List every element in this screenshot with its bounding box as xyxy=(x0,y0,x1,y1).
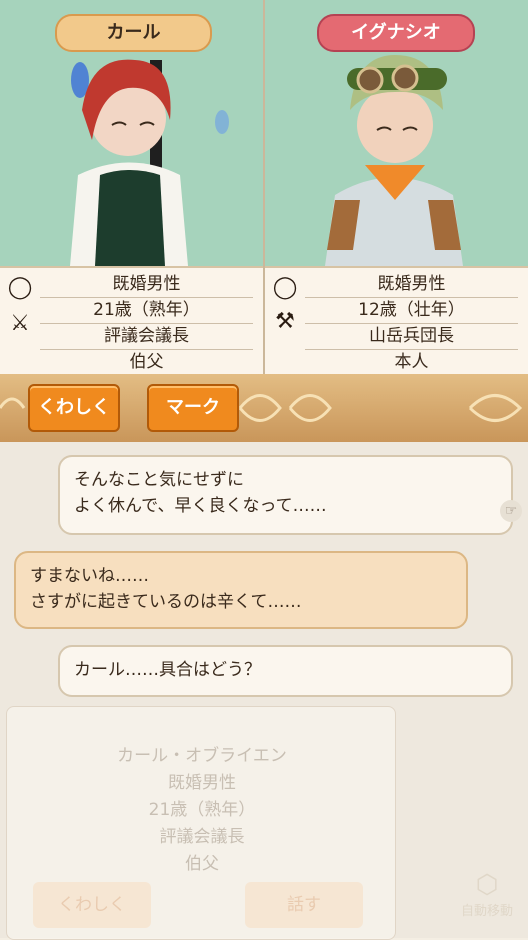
auto-move-icon: ⬡ xyxy=(475,870,499,900)
info-panel-left: ◯ ⚔ 既婚男性 21歳（熟年） 評議会議長 伯父 xyxy=(0,266,263,376)
info-row-status: 既婚男性 xyxy=(40,271,253,298)
faded-detail-button: くわしく xyxy=(33,882,151,928)
info-panel-right: ◯ ⚒ 既婚男性 12歳（壮年） 山岳兵団長 本人 xyxy=(265,266,528,376)
ring-icon: ◯ xyxy=(272,275,298,300)
crossed-swords-icon: ⚔ xyxy=(10,311,30,336)
info-row-age: 21歳（熟年） xyxy=(40,297,253,324)
axe-icon: ⚒ xyxy=(275,309,295,334)
card-row: 評議会議長 xyxy=(159,827,245,847)
card-row: 21歳（熟年） xyxy=(148,800,256,820)
faded-talk-button: 話す xyxy=(245,882,363,928)
chat-bubble-player: そんなこと気にせずに よく休んで、早く良くなって…… xyxy=(58,455,513,535)
chat-line: すまないね…… xyxy=(30,566,149,586)
info-row-age: 12歳（壮年） xyxy=(305,297,518,324)
ring-icon: ◯ xyxy=(7,275,33,300)
info-row-relation: 本人 xyxy=(305,349,518,376)
info-row-relation: 伯父 xyxy=(40,349,253,376)
card-fullname: カール・オブライエン xyxy=(117,746,287,766)
info-row-job: 評議会議長 xyxy=(40,323,253,350)
chat-line: カール……具合はどう？ xyxy=(74,660,261,680)
info-row-job: 山岳兵団長 xyxy=(305,323,518,350)
chat-line: よく休んで、早く良くなって…… xyxy=(74,496,327,516)
auto-move-button: ⬡ 自動移動 xyxy=(448,850,526,938)
chat-line: さすがに起きているのは辛くて…… xyxy=(30,592,302,612)
info-row-status: 既婚男性 xyxy=(305,271,518,298)
card-row: 既婚男性 xyxy=(168,773,236,793)
speech-icon: ☞ xyxy=(500,500,522,522)
auto-move-label: 自動移動 xyxy=(460,904,513,919)
chat-line: そんなこと気にせずに xyxy=(74,470,244,490)
card-row: 伯父 xyxy=(185,854,219,874)
name-tag-right: イグナシオ xyxy=(317,14,475,52)
name-tag-left: カール xyxy=(55,14,212,52)
mark-button[interactable]: マーク xyxy=(147,384,239,432)
chat-bubble-player: カール……具合はどう？ xyxy=(58,645,513,697)
detail-button[interactable]: くわしく xyxy=(28,384,120,432)
chat-bubble-karl: すまないね…… さすがに起きているのは辛くて…… xyxy=(14,551,468,629)
